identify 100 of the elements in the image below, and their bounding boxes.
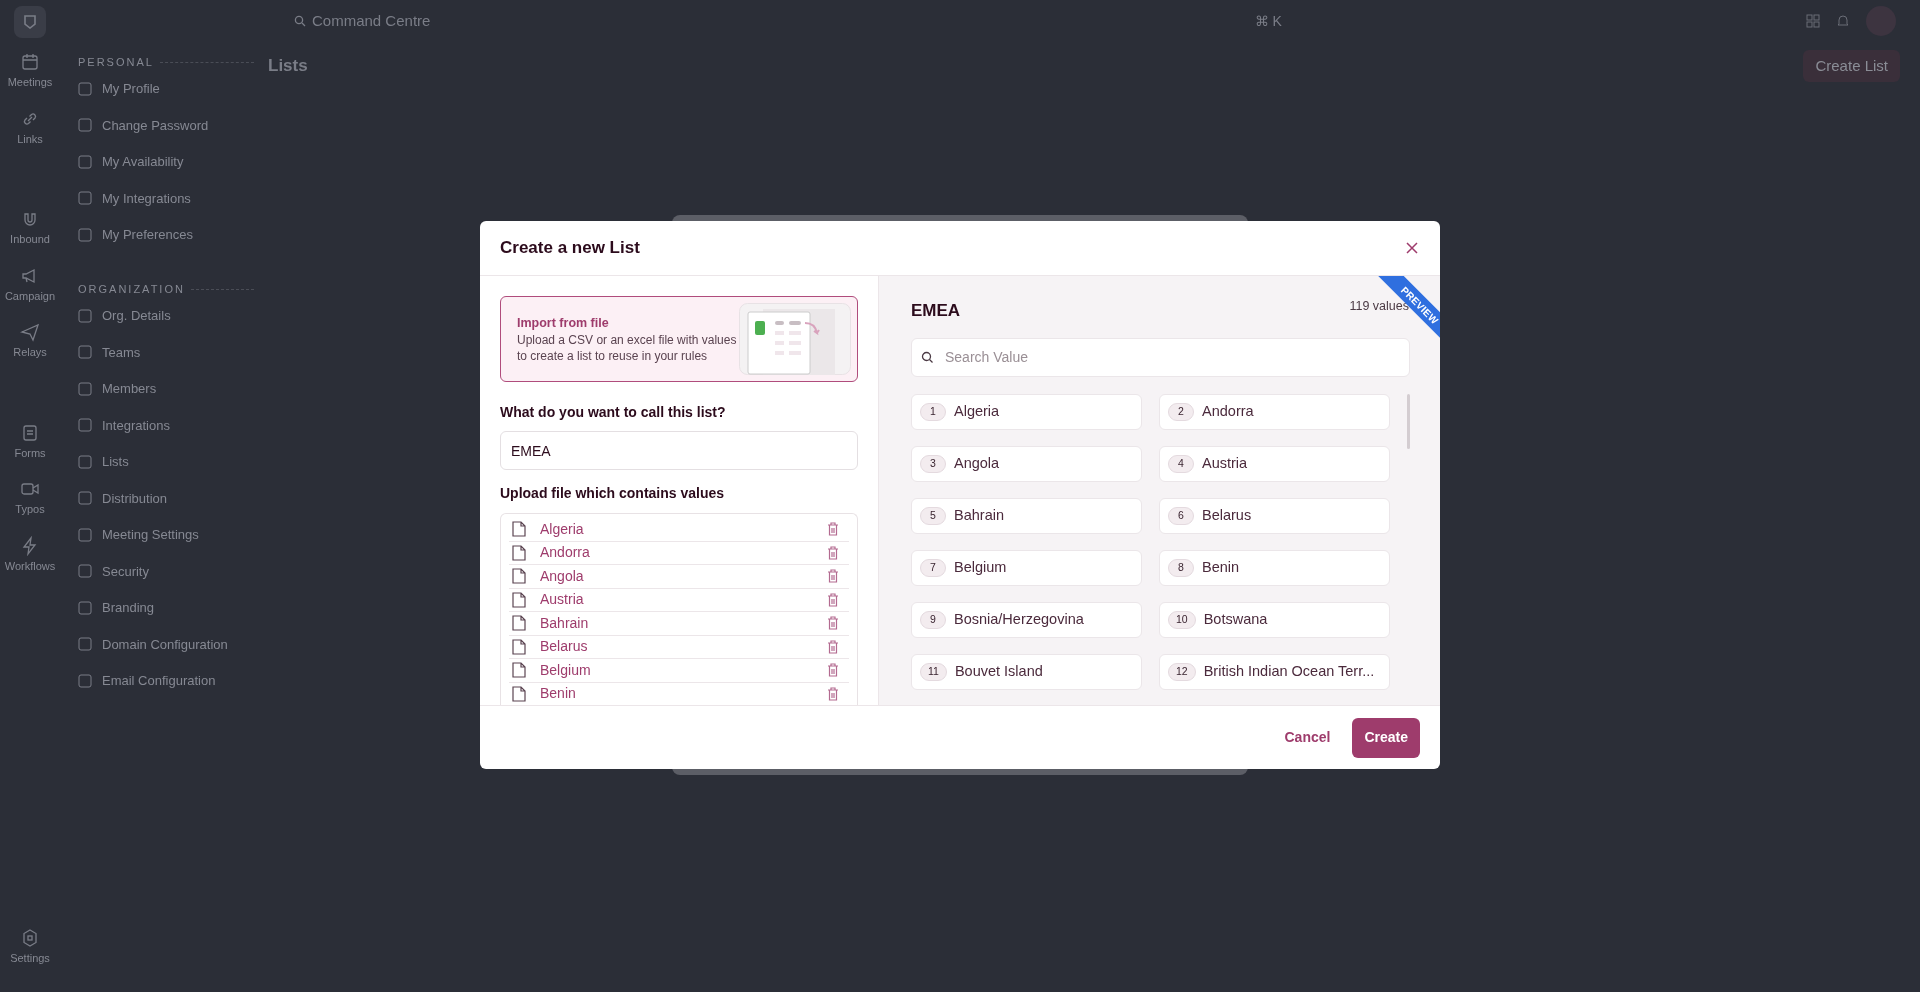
file-icon [512, 638, 526, 655]
scrollbar[interactable] [1407, 393, 1410, 449]
value-label: Belarus [1202, 505, 1252, 525]
nav-item[interactable]: Branding [102, 598, 155, 618]
file-value[interactable]: Belgium [540, 659, 813, 681]
nav-item[interactable]: Org. Details [102, 306, 171, 326]
nav-item-icon [78, 381, 92, 396]
file-icon [512, 544, 526, 561]
nav-item[interactable]: My Availability [102, 152, 184, 172]
nav-item[interactable]: Email Configuration [102, 671, 216, 691]
form-icon[interactable] [20, 422, 40, 443]
command-search-label[interactable]: Command Centre [312, 9, 431, 33]
nav-item-icon [78, 191, 92, 206]
import-from-file-card[interactable]: Import from file Upload a CSV or an excel file with values to create a list to reuse in your rules [500, 296, 858, 382]
index-badge: 12 [1168, 662, 1196, 681]
index-badge: 9 [920, 610, 946, 629]
index-badge: 5 [920, 506, 946, 525]
close-icon[interactable] [1404, 240, 1420, 256]
create-button[interactable]: Create [1352, 717, 1420, 758]
nav-item[interactable]: Members [102, 379, 157, 399]
trash-icon[interactable] [827, 522, 839, 537]
nav-item-icon [78, 454, 92, 469]
nav-item[interactable]: Domain Configuration [102, 634, 228, 654]
nav-item[interactable]: Lists [102, 452, 129, 472]
value-label: Bahrain [954, 505, 1004, 525]
rail-label[interactable]: Settings [10, 949, 50, 966]
trash-icon[interactable] [827, 686, 839, 701]
nav-item[interactable]: Security [102, 561, 149, 581]
nav-item-icon [78, 345, 92, 360]
rail-label[interactable]: Inbound [10, 231, 50, 248]
file-value[interactable]: Benin [540, 683, 813, 705]
nav-item-icon [78, 154, 92, 169]
nav-item[interactable]: My Preferences [102, 225, 194, 245]
rail-label[interactable]: Forms [14, 444, 46, 461]
preview-title: EMEA [911, 300, 961, 322]
cancel-button[interactable]: Cancel [1284, 727, 1331, 748]
nav-item[interactable]: Integrations [102, 415, 170, 435]
import-card-title: Import from file [517, 314, 610, 332]
create-list-button[interactable]: Create List [1803, 50, 1900, 82]
trash-icon[interactable] [827, 639, 839, 654]
grid-icon[interactable] [1806, 14, 1820, 28]
trash-icon[interactable] [827, 569, 839, 584]
nav-item-icon [78, 118, 92, 133]
index-badge: 4 [1168, 454, 1194, 473]
shortcut-hint: ⌘ K [1254, 11, 1282, 31]
file-value[interactable]: Bahrain [540, 612, 813, 634]
value-label: Botswana [1203, 609, 1268, 629]
import-card-description: Upload a CSV or an excel file with values to create a list to reuse in your rules [517, 332, 738, 365]
calendar-icon[interactable] [20, 52, 40, 72]
nav-item-icon [78, 637, 92, 652]
value-label: Benin [1202, 557, 1240, 577]
nav-item[interactable]: Change Password [102, 115, 209, 135]
value-label: Bosnia/Herzegovina [954, 609, 1084, 629]
app-logo-icon[interactable] [14, 6, 46, 38]
list-name-label: What do you want to call this list? [500, 403, 727, 422]
trash-icon[interactable] [827, 592, 839, 607]
nav-item[interactable]: Teams [102, 342, 141, 362]
search-field[interactable]: Search Value [911, 337, 1410, 377]
rail-label[interactable]: Workflows [4, 557, 56, 574]
nav-item-icon [78, 491, 92, 506]
nav-item-icon [78, 81, 92, 96]
trash-icon[interactable] [827, 616, 839, 631]
file-icon [512, 615, 526, 632]
rail-label[interactable]: Meetings [7, 74, 53, 91]
section-heading: ORGANIZATION [78, 282, 185, 297]
nav-item[interactable]: My Integrations [102, 188, 191, 208]
file-icon [512, 591, 526, 608]
value-label: Algeria [954, 401, 1000, 421]
index-badge: 10 [1168, 610, 1196, 629]
file-value[interactable]: Belarus [540, 636, 813, 658]
file-value[interactable]: Algeria [540, 518, 813, 540]
nav-item[interactable]: My Profile [102, 79, 160, 99]
nav-item-icon [78, 308, 92, 323]
value-label: Andorra [1202, 401, 1254, 421]
trash-icon[interactable] [827, 663, 839, 678]
bell-icon[interactable] [1836, 14, 1850, 28]
nav-item-icon [78, 527, 92, 542]
rail-label[interactable]: Links [17, 130, 43, 147]
rail-label[interactable]: Campaign [4, 287, 56, 304]
index-badge: 8 [1168, 558, 1194, 577]
list-name-field[interactable]: EMEA [500, 431, 858, 470]
nav-item-icon [78, 673, 92, 688]
value-label: Belgium [954, 557, 1007, 577]
trash-icon[interactable] [827, 545, 839, 560]
value-label: Austria [1202, 453, 1248, 473]
settings-icon[interactable] [20, 927, 40, 948]
index-badge: 11 [920, 662, 947, 681]
index-badge: 7 [920, 558, 946, 577]
file-value[interactable]: Andorra [540, 542, 813, 564]
file-value[interactable]: Angola [540, 565, 813, 587]
nav-item-icon [78, 564, 92, 579]
rail-label[interactable]: Typos [15, 501, 45, 518]
file-value[interactable]: Austria [540, 589, 813, 611]
nav-item[interactable]: Distribution [102, 488, 168, 508]
file-icon [512, 521, 526, 538]
rail-label[interactable]: Relays [13, 344, 47, 361]
nav-item[interactable]: Meeting Settings [102, 525, 199, 545]
file-icon [512, 568, 526, 585]
paper-plane-icon[interactable] [20, 322, 40, 342]
index-badge: 3 [920, 454, 946, 473]
